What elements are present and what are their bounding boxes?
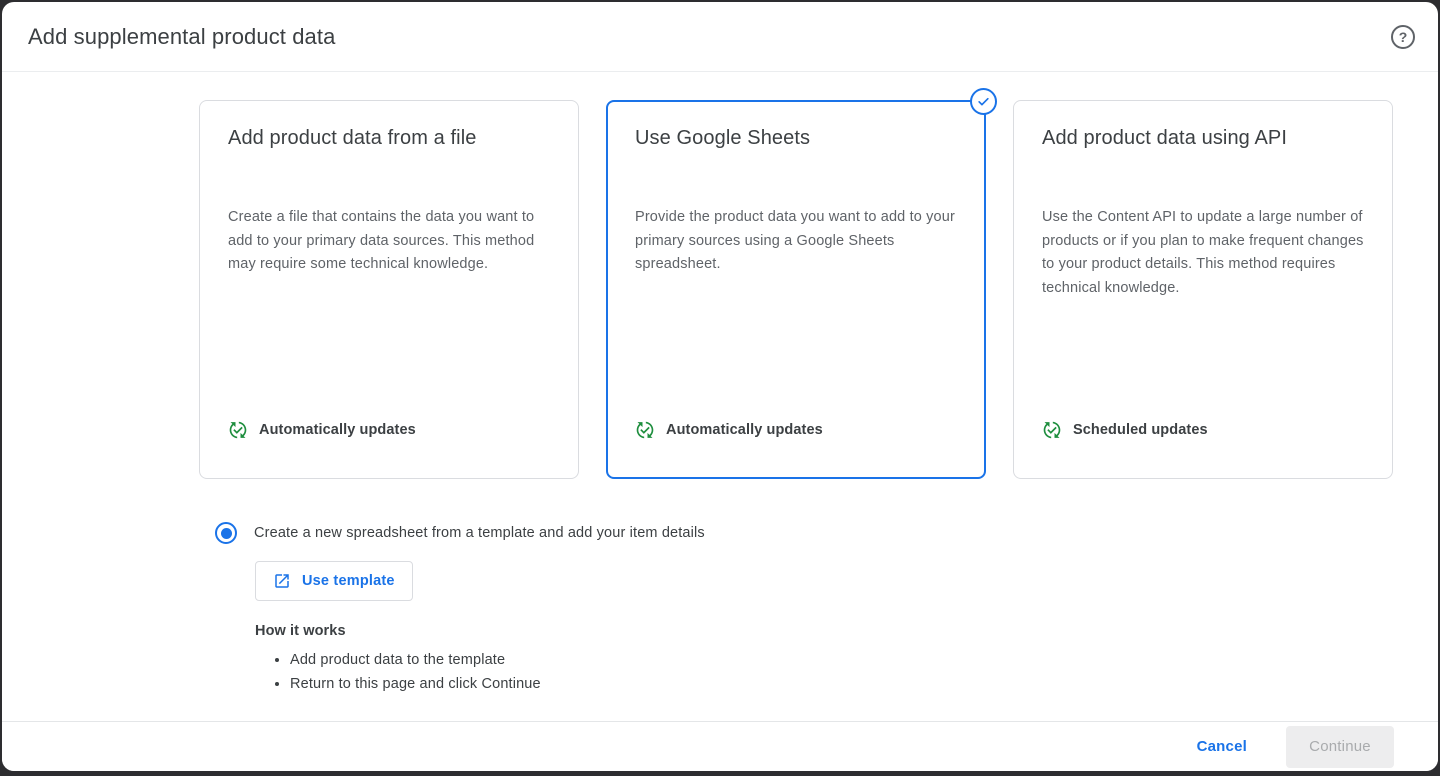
template-radio-label: Create a new spreadsheet from a template…	[254, 525, 705, 541]
sync-check-icon	[636, 421, 654, 439]
add-supplemental-product-data-dialog: Add supplemental product data ? Add prod…	[2, 2, 1438, 771]
update-badge: Scheduled updates	[1042, 420, 1364, 440]
sync-check-icon	[1043, 421, 1061, 439]
card-title: Add product data using API	[1042, 127, 1287, 149]
open-in-new-icon	[275, 574, 289, 588]
how-it-works-title: How it works	[255, 623, 346, 639]
dialog-content: Add product data from a file Create a fi…	[2, 72, 1438, 721]
help-icon[interactable]: ?	[1391, 24, 1415, 49]
screenshot-frame: Add supplemental product data ? Add prod…	[0, 0, 1440, 776]
update-badge-label: Automatically updates	[666, 422, 823, 438]
continue-button[interactable]: Continue	[1286, 725, 1394, 768]
sync-check-icon	[229, 421, 247, 439]
method-cards-row: Add product data from a file Create a fi…	[199, 88, 1393, 479]
step-item: Add product data to the template	[290, 648, 705, 672]
create-from-template-option: Create a new spreadsheet from a template…	[215, 522, 705, 544]
card-add-data-using-api[interactable]: Add product data using API Use the Conte…	[1013, 100, 1393, 479]
cancel-button[interactable]: Cancel	[1193, 730, 1251, 763]
dialog-footer: Cancel Continue	[2, 721, 1438, 771]
selected-check-icon	[970, 88, 997, 115]
spreadsheet-options-section: Create a new spreadsheet from a template…	[215, 522, 705, 696]
card-title: Add product data from a file	[228, 127, 477, 149]
use-template-button[interactable]: Use template	[255, 561, 413, 601]
card-add-data-from-file[interactable]: Add product data from a file Create a fi…	[199, 100, 579, 479]
card-use-google-sheets[interactable]: Use Google Sheets Provide the product da…	[606, 88, 997, 479]
update-badge: Automatically updates	[635, 420, 957, 440]
dialog-header: Add supplemental product data ?	[2, 2, 1438, 72]
update-badge-label: Scheduled updates	[1073, 422, 1208, 438]
card-description: Provide the product data you want to add…	[635, 209, 955, 272]
update-badge-label: Automatically updates	[259, 422, 416, 438]
how-it-works-steps: Add product data to the template Return …	[270, 648, 705, 696]
card-description: Create a file that contains the data you…	[228, 209, 535, 272]
step-item: Return to this page and click Continue	[290, 672, 705, 696]
card-description: Use the Content API to update a large nu…	[1042, 209, 1364, 296]
dialog-title: Add supplemental product data	[28, 23, 336, 49]
update-badge: Automatically updates	[228, 420, 550, 440]
card-title: Use Google Sheets	[635, 127, 811, 149]
template-radio[interactable]	[215, 522, 237, 544]
radio-dot	[220, 527, 232, 539]
use-template-label: Use template	[302, 573, 395, 589]
